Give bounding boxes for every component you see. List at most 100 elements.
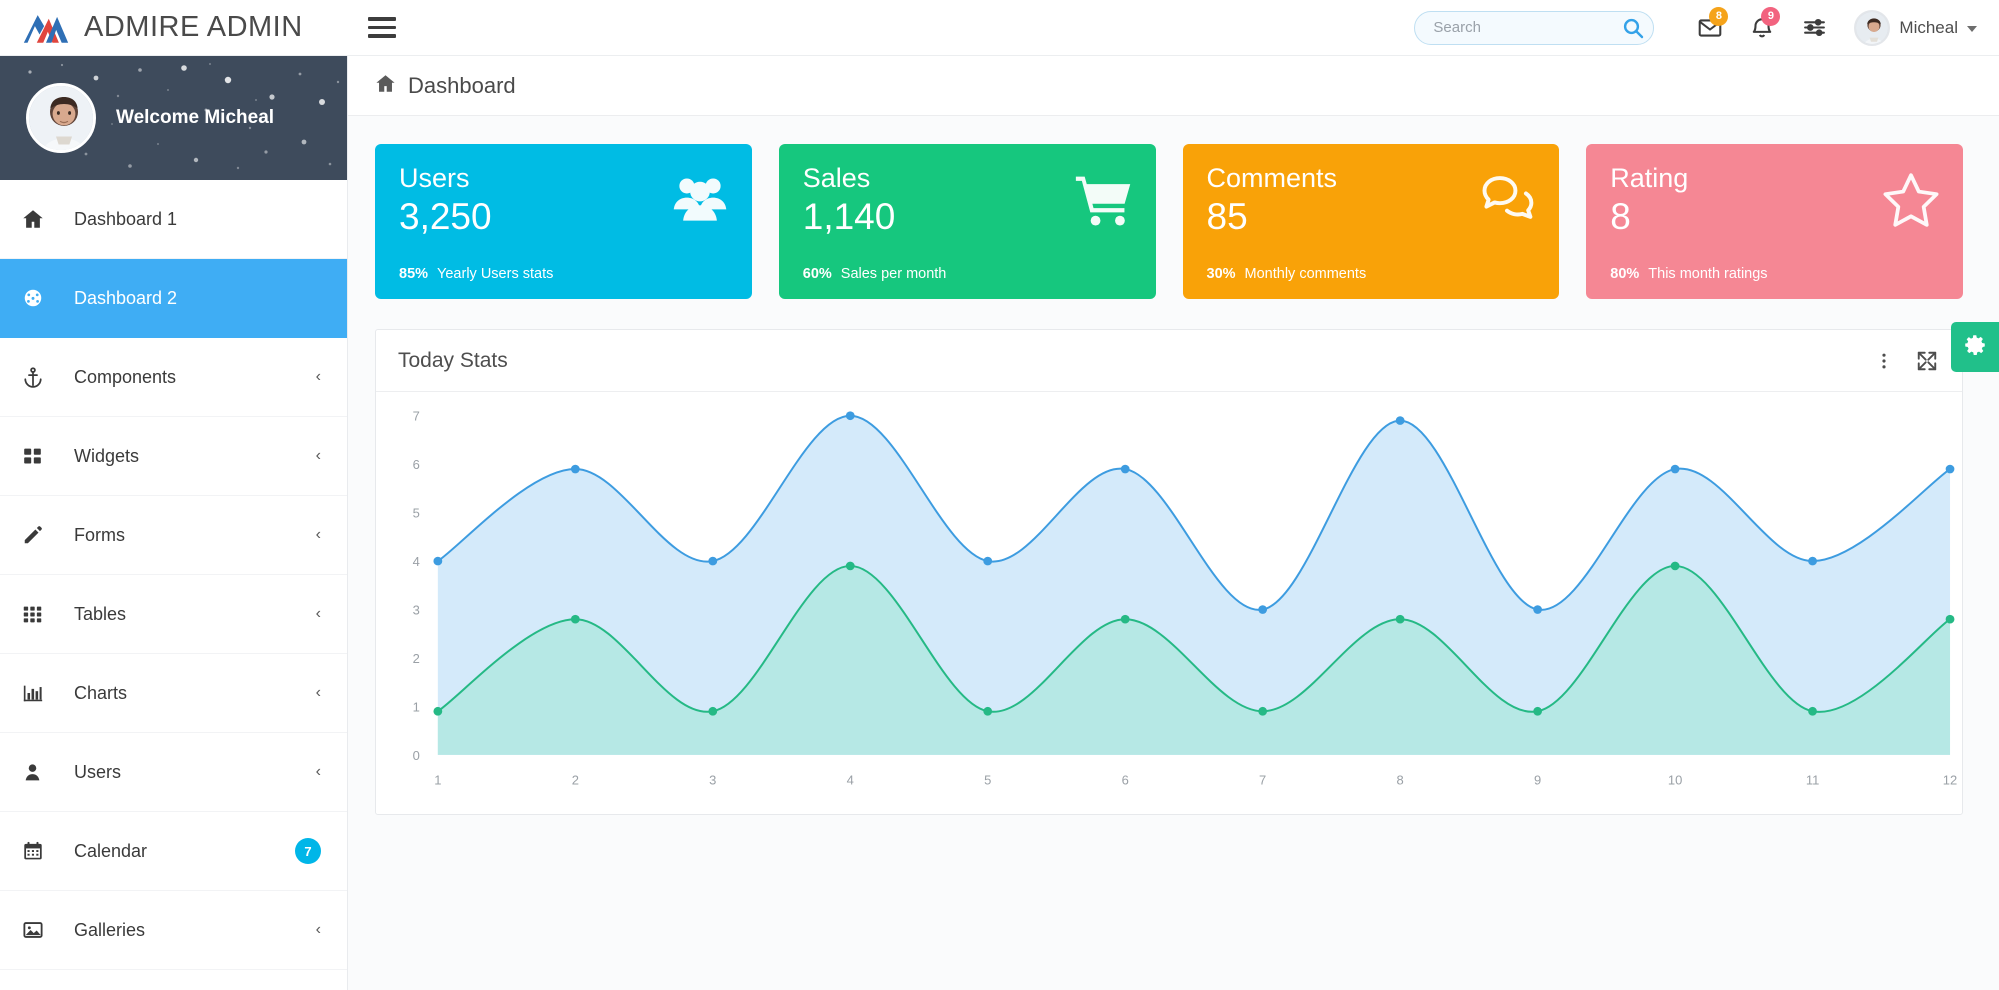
y-axis-tick: 3 xyxy=(413,603,420,618)
data-point[interactable] xyxy=(983,557,992,566)
data-point[interactable] xyxy=(846,562,855,571)
person-icon xyxy=(22,762,56,783)
stat-card-footer: 85%Yearly Users stats xyxy=(399,266,553,282)
stat-card-rating[interactable]: Rating880%This month ratings xyxy=(1586,144,1963,299)
brand-title: ADMIRE ADMIN xyxy=(84,11,303,44)
data-point[interactable] xyxy=(846,411,855,420)
today-stats-area-chart: 01234567123456789101112 xyxy=(376,398,1962,815)
sidebar-item-charts[interactable]: Charts‹ xyxy=(0,654,347,733)
data-point[interactable] xyxy=(1396,615,1405,624)
sidebar-item-forms[interactable]: Forms‹ xyxy=(0,496,347,575)
search-box xyxy=(1414,11,1654,45)
data-point[interactable] xyxy=(571,465,580,474)
chevron-left-icon: ‹ xyxy=(316,606,321,622)
breadcrumb: Dashboard xyxy=(348,56,1999,116)
profile-avatar[interactable] xyxy=(26,83,96,153)
stat-card-note: Sales per month xyxy=(841,266,947,282)
brand-area: ADMIRE ADMIN xyxy=(0,0,348,56)
welcome-message: Welcome Micheal xyxy=(116,107,274,129)
stat-card-note: Monthly comments xyxy=(1245,266,1367,282)
sidebar-item-tables[interactable]: Tables‹ xyxy=(0,575,347,654)
chevron-left-icon: ‹ xyxy=(316,448,321,464)
users-group-icon xyxy=(670,170,730,230)
chart-body: 01234567123456789101112 xyxy=(376,392,1962,815)
x-axis-tick: 6 xyxy=(1122,773,1129,788)
data-point[interactable] xyxy=(1121,465,1130,474)
x-axis-tick: 3 xyxy=(709,773,716,788)
stat-card-users[interactable]: Users3,25085%Yearly Users stats xyxy=(375,144,752,299)
data-point[interactable] xyxy=(1808,707,1817,716)
stat-card-footer: 80%This month ratings xyxy=(1610,266,1767,282)
sidebar: Welcome Micheal Dashboard 1Dashboard 2Co… xyxy=(0,56,348,990)
data-point[interactable] xyxy=(1121,615,1130,624)
data-point[interactable] xyxy=(1946,465,1955,474)
image-icon xyxy=(22,919,56,941)
sidebar-item-widgets[interactable]: Widgets‹ xyxy=(0,417,347,496)
home-icon xyxy=(375,73,396,99)
data-point[interactable] xyxy=(1258,707,1267,716)
data-point[interactable] xyxy=(708,557,717,566)
data-point[interactable] xyxy=(433,707,442,716)
stat-card-percent: 85% xyxy=(399,266,428,282)
grid4-icon xyxy=(22,446,56,467)
avatar xyxy=(1854,10,1890,46)
data-point[interactable] xyxy=(1396,416,1405,425)
stat-card-comments[interactable]: Comments8530%Monthly comments xyxy=(1183,144,1560,299)
settings-fab-button[interactable] xyxy=(1951,322,1999,372)
x-axis-tick: 11 xyxy=(1806,773,1819,788)
data-point[interactable] xyxy=(1808,557,1817,566)
sidebar-item-components[interactable]: Components‹ xyxy=(0,338,347,417)
vertical-dots-icon[interactable] xyxy=(1874,351,1894,371)
pencil-icon xyxy=(22,524,56,546)
sidebar-nav: Dashboard 1Dashboard 2Components‹Widgets… xyxy=(0,180,347,970)
sidebar-item-dashboard-2[interactable]: Dashboard 2 xyxy=(0,259,347,338)
sidebar-item-dashboard-1[interactable]: Dashboard 1 xyxy=(0,180,347,259)
calendar-icon xyxy=(22,840,56,862)
data-point[interactable] xyxy=(571,615,580,624)
grid9-icon xyxy=(22,604,56,625)
sidebar-item-users[interactable]: Users‹ xyxy=(0,733,347,812)
data-point[interactable] xyxy=(983,707,992,716)
sidebar-item-label: Calendar xyxy=(74,841,147,862)
chevron-left-icon: ‹ xyxy=(316,685,321,701)
sidebar-item-galleries[interactable]: Galleries‹ xyxy=(0,891,347,970)
y-axis-tick: 7 xyxy=(413,409,420,424)
expand-arrows-icon[interactable] xyxy=(1916,350,1938,372)
x-axis-tick: 10 xyxy=(1668,773,1682,788)
data-point[interactable] xyxy=(708,707,717,716)
sliders-icon[interactable] xyxy=(1788,5,1840,51)
stat-card-percent: 60% xyxy=(803,266,832,282)
search-input[interactable] xyxy=(1414,11,1654,45)
chevron-left-icon: ‹ xyxy=(316,527,321,543)
data-point[interactable] xyxy=(1671,465,1680,474)
user-name: Micheal xyxy=(1899,18,1958,38)
y-axis-tick: 4 xyxy=(413,554,420,569)
chat-bubbles-icon xyxy=(1477,170,1537,230)
data-point[interactable] xyxy=(1946,615,1955,624)
y-axis-tick: 2 xyxy=(413,651,420,666)
stat-card-percent: 80% xyxy=(1610,266,1639,282)
x-axis-tick: 1 xyxy=(434,773,441,788)
data-point[interactable] xyxy=(1533,605,1542,614)
y-axis-tick: 5 xyxy=(413,506,420,521)
user-menu[interactable]: Micheal xyxy=(1854,5,1977,51)
home-icon xyxy=(22,208,56,230)
data-point[interactable] xyxy=(433,557,442,566)
star-outline-icon xyxy=(1881,170,1941,230)
hamburger-icon[interactable] xyxy=(360,8,404,48)
data-point[interactable] xyxy=(1533,707,1542,716)
data-point[interactable] xyxy=(1258,605,1267,614)
search-icon[interactable] xyxy=(1621,16,1645,40)
chart-panel-header: Today Stats xyxy=(376,330,1962,392)
y-axis-tick: 6 xyxy=(413,457,420,472)
x-axis-tick: 7 xyxy=(1259,773,1266,788)
admire-logo-icon xyxy=(22,11,70,45)
y-axis-tick: 1 xyxy=(413,699,420,714)
sidebar-item-label: Galleries xyxy=(74,920,145,941)
notifications-button[interactable]: 9 xyxy=(1736,5,1788,51)
sidebar-item-calendar[interactable]: Calendar7 xyxy=(0,812,347,891)
chevron-left-icon: ‹ xyxy=(316,369,321,385)
mail-button[interactable]: 8 xyxy=(1684,5,1736,51)
data-point[interactable] xyxy=(1671,562,1680,571)
stat-card-sales[interactable]: Sales1,14060%Sales per month xyxy=(779,144,1156,299)
